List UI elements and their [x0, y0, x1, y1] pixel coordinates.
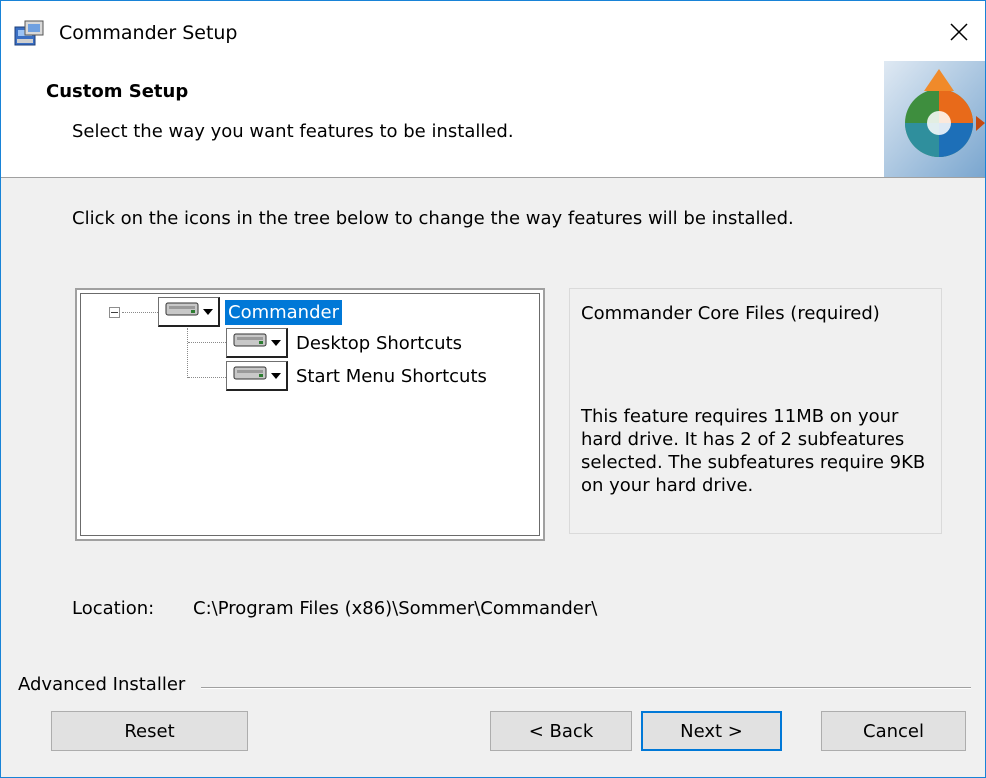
reset-button[interactable]: Reset [51, 711, 248, 751]
cancel-button[interactable]: Cancel [821, 711, 966, 751]
page-title: Custom Setup [46, 81, 189, 102]
location-label: Location: [72, 598, 155, 619]
hard-drive-icon [233, 332, 267, 353]
tree-node-label[interactable]: Start Menu Shortcuts [293, 364, 490, 389]
tree-connector [122, 312, 158, 313]
hard-drive-icon [233, 365, 267, 386]
tree-node-commander[interactable]: Commander [158, 296, 342, 328]
chevron-down-icon [271, 372, 281, 379]
tree-node-label[interactable]: Desktop Shortcuts [293, 331, 465, 356]
dialog-header: Custom Setup Select the way you want fea… [1, 61, 985, 178]
feature-tree[interactable]: Commander Desktop Shortcuts Start Menu S… [75, 288, 545, 541]
feature-description-panel: Commander Core Files (required) This fea… [569, 288, 942, 534]
feature-state-dropdown[interactable] [158, 297, 220, 327]
close-button[interactable] [933, 11, 985, 57]
next-button[interactable]: Next > [641, 711, 782, 751]
tree-connector [188, 377, 226, 378]
window-title: Commander Setup [59, 22, 238, 44]
feature-description-body: This feature requires 11MB on your hard … [581, 406, 926, 496]
tree-node-label[interactable]: Commander [225, 299, 342, 325]
chevron-down-icon [271, 339, 281, 346]
tree-node-start-menu-shortcuts[interactable]: Start Menu Shortcuts [226, 360, 490, 392]
tree-connector-vertical [187, 328, 188, 378]
back-button[interactable]: < Back [490, 711, 632, 751]
brand-label: Advanced Installer [18, 674, 192, 695]
footer-divider [201, 687, 971, 689]
title-bar: Commander Setup [1, 1, 985, 61]
location-path: C:\Program Files (x86)\Sommer\Commander\ [193, 598, 598, 619]
chevron-down-icon [203, 308, 213, 315]
instruction-text: Click on the icons in the tree below to … [72, 208, 794, 229]
close-icon [950, 22, 968, 46]
hard-drive-icon [165, 301, 199, 322]
collapse-toggle-icon[interactable] [109, 307, 120, 318]
tree-node-desktop-shortcuts[interactable]: Desktop Shortcuts [226, 327, 465, 359]
page-subtitle: Select the way you want features to be i… [72, 121, 514, 142]
setup-window: Commander Setup Custom Setup Select the … [0, 0, 986, 778]
feature-description-title: Commander Core Files (required) [581, 303, 880, 324]
tree-connector [188, 342, 226, 343]
installer-puzzle-logo-icon [884, 61, 985, 177]
feature-state-dropdown[interactable] [226, 328, 288, 358]
feature-state-dropdown[interactable] [226, 361, 288, 391]
installer-app-icon [13, 19, 47, 49]
